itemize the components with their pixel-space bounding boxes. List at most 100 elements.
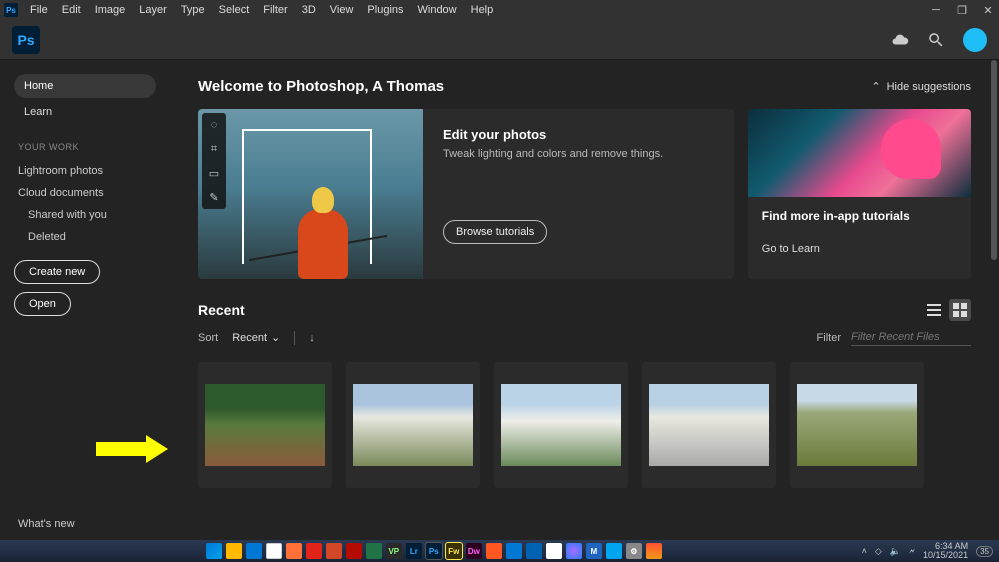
menu-image[interactable]: Image	[89, 2, 132, 18]
recent-file-1[interactable]	[198, 362, 332, 488]
taskbar-calendar-icon[interactable]	[506, 543, 522, 559]
windows-taskbar: VP Lr Ps Fw Dw M ⚙ ˄ ◇ 🔈 🗲 6:34 AM 10/15…	[0, 540, 999, 562]
welcome-title: Welcome to Photoshop, A Thomas	[198, 78, 444, 95]
card-more-tutorials[interactable]: Find more in-app tutorials Go to Learn	[748, 109, 971, 279]
chevron-down-icon: ⌄	[271, 331, 280, 344]
taskbar-mail-icon[interactable]	[246, 543, 262, 559]
search-icon[interactable]	[927, 31, 945, 49]
grid-icon	[953, 303, 967, 317]
thumbnail-image	[501, 384, 621, 466]
taskbar-messenger-icon[interactable]	[566, 543, 582, 559]
sidebar-item-cloud[interactable]: Cloud documents	[14, 182, 156, 204]
taskbar-app-icon[interactable]	[306, 543, 322, 559]
menu-edit[interactable]: Edit	[56, 2, 87, 18]
scrollbar-track[interactable]	[991, 60, 997, 540]
taskbar-firefox-icon[interactable]	[286, 543, 302, 559]
brush-icon: ✎	[202, 185, 226, 209]
system-clock[interactable]: 6:34 AM 10/15/2021	[923, 542, 968, 560]
sidebar-item-learn[interactable]: Learn	[14, 100, 156, 124]
menu-type[interactable]: Type	[175, 2, 211, 18]
window-restore-icon[interactable]: ❐	[955, 4, 969, 17]
sidebar-item-home[interactable]: Home	[14, 74, 156, 98]
taskbar-chrome-icon[interactable]	[266, 543, 282, 559]
taskbar-start-icon[interactable]	[206, 543, 222, 559]
open-button[interactable]: Open	[14, 292, 71, 316]
filter-input[interactable]	[851, 329, 971, 346]
sidebar-item-deleted[interactable]: Deleted	[14, 226, 156, 248]
tray-volume-icon[interactable]: 🔈	[890, 546, 901, 557]
create-new-button[interactable]: Create new	[14, 260, 100, 284]
menu-plugins[interactable]: Plugins	[361, 2, 409, 18]
taskbar-excel-icon[interactable]	[366, 543, 382, 559]
taskbar-m-icon[interactable]: M	[586, 543, 602, 559]
scrollbar-thumb[interactable]	[991, 60, 997, 260]
taskbar-dreamweaver-icon[interactable]: Dw	[466, 543, 482, 559]
app-logo[interactable]: Ps	[12, 26, 40, 54]
sort-label: Sort	[198, 332, 218, 344]
card-edit-photos[interactable]: ◌ ⌗ ▭ ✎ Edit your photos Tweak lighting …	[198, 109, 734, 279]
hide-suggestions-link[interactable]: ⌃ Hide suggestions	[871, 80, 971, 93]
taskbar-app2-icon[interactable]	[486, 543, 502, 559]
card-edit-photos-image: ◌ ⌗ ▭ ✎	[198, 109, 423, 279]
card-more-tutorials-image	[748, 109, 971, 197]
taskbar-app5-icon[interactable]	[646, 543, 662, 559]
lasso-icon: ◌	[202, 113, 226, 137]
menu-window[interactable]: Window	[412, 2, 463, 18]
sort-direction-button[interactable]: ↓	[309, 332, 315, 344]
menu-filter[interactable]: Filter	[257, 2, 293, 18]
card-edit-photos-title: Edit your photos	[443, 127, 714, 142]
tray-chevron-up-icon[interactable]: ˄	[862, 546, 867, 556]
frame-icon: ▭	[202, 161, 226, 185]
sidebar-item-shared[interactable]: Shared with you	[14, 204, 156, 226]
menu-layer[interactable]: Layer	[133, 2, 173, 18]
tray-wifi-icon[interactable]: ◇	[875, 546, 882, 557]
filter-label: Filter	[817, 332, 841, 344]
recent-file-5[interactable]	[790, 362, 924, 488]
menubar: Ps File Edit Image Layer Type Select Fil…	[0, 0, 999, 20]
taskbar-photoshop-icon[interactable]: Ps	[426, 543, 442, 559]
card-edit-photos-desc: Tweak lighting and colors and remove thi…	[443, 148, 714, 160]
user-avatar[interactable]	[963, 28, 987, 52]
view-list-button[interactable]	[923, 299, 945, 321]
taskbar-lightroom-icon[interactable]: Lr	[406, 543, 422, 559]
thumbnail-image	[205, 384, 325, 466]
home-content: Welcome to Photoshop, A Thomas ⌃ Hide su…	[170, 60, 999, 540]
tray-battery-icon[interactable]: 🗲	[909, 546, 915, 557]
view-grid-button[interactable]	[949, 299, 971, 321]
whats-new-link[interactable]: What's new	[18, 518, 75, 530]
recent-file-3[interactable]	[494, 362, 628, 488]
taskbar-explorer-icon[interactable]	[226, 543, 242, 559]
thumbnail-image	[353, 384, 473, 466]
go-to-learn-link[interactable]: Go to Learn	[762, 243, 957, 255]
window-minimize-icon[interactable]: ─	[929, 4, 943, 17]
menu-3d[interactable]: 3D	[296, 2, 322, 18]
recent-heading: Recent	[198, 302, 245, 318]
sort-dropdown[interactable]: Recent ⌄	[232, 331, 280, 344]
taskbar-powerpoint-icon[interactable]	[326, 543, 342, 559]
menu-select[interactable]: Select	[213, 2, 256, 18]
taskbar-app3-icon[interactable]	[546, 543, 562, 559]
recent-file-4[interactable]	[642, 362, 776, 488]
taskbar-settings-icon[interactable]: ⚙	[626, 543, 642, 559]
cloud-icon[interactable]	[891, 31, 909, 49]
taskbar-app4-icon[interactable]	[606, 543, 622, 559]
menu-file[interactable]: File	[24, 2, 54, 18]
app-header: Ps	[0, 20, 999, 60]
taskbar-fireworks-icon[interactable]: Fw	[446, 543, 462, 559]
window-close-icon[interactable]: ✕	[981, 4, 995, 17]
thumbnail-image	[649, 384, 769, 466]
recent-file-2[interactable]	[346, 362, 480, 488]
taskbar-notes-icon[interactable]	[526, 543, 542, 559]
notification-badge[interactable]: 35	[976, 546, 993, 557]
sidebar: Home Learn YOUR WORK Lightroom photos Cl…	[0, 60, 170, 540]
menu-view[interactable]: View	[324, 2, 360, 18]
sidebar-item-lightroom[interactable]: Lightroom photos	[14, 160, 156, 182]
menu: File Edit Image Layer Type Select Filter…	[24, 2, 499, 18]
menu-help[interactable]: Help	[465, 2, 500, 18]
taskbar-vp-icon[interactable]: VP	[386, 543, 402, 559]
mock-toolstrip: ◌ ⌗ ▭ ✎	[202, 113, 226, 209]
taskbar-acrobat-icon[interactable]	[346, 543, 362, 559]
thumbnail-image	[797, 384, 917, 466]
recent-thumbnails	[198, 362, 971, 488]
browse-tutorials-button[interactable]: Browse tutorials	[443, 220, 547, 244]
